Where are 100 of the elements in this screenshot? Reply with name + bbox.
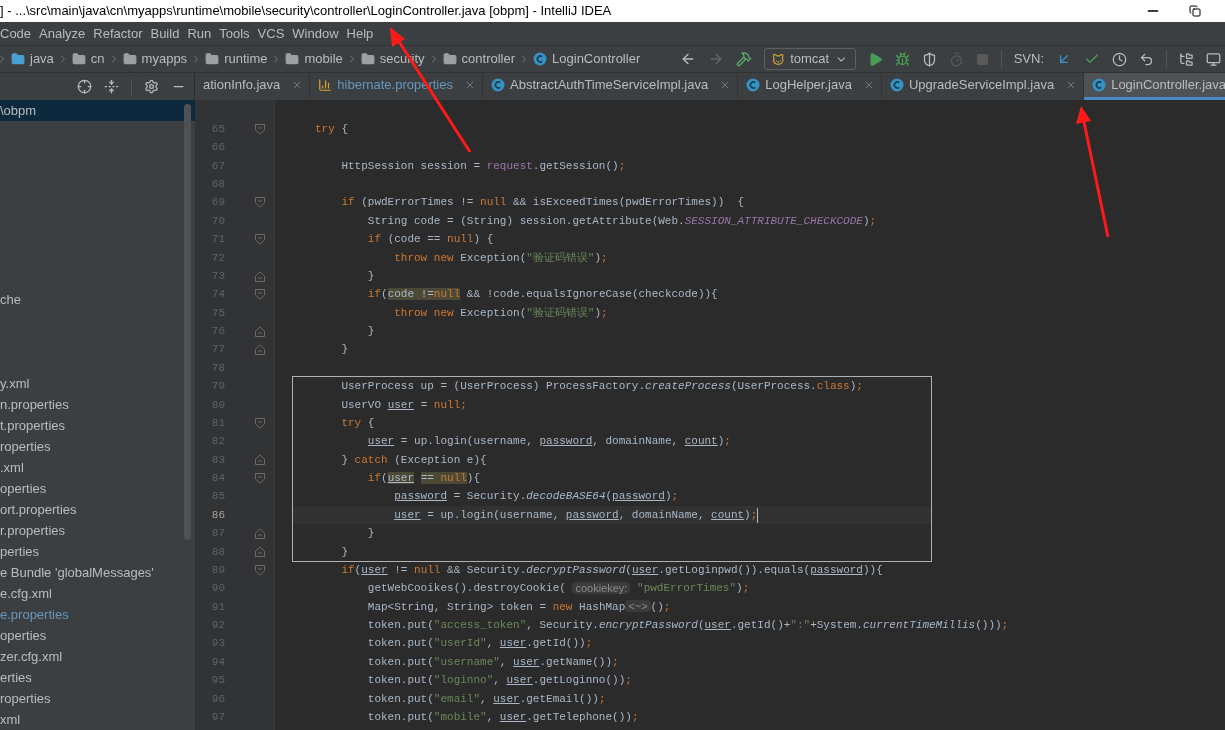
undo-icon[interactable] [1139,51,1154,67]
tree-item[interactable]: y.xml [0,373,195,394]
code-line: if (code == null) { [366,232,494,248]
line-number: 86 [210,507,225,523]
breadcrumb-item[interactable]: java [8,49,57,69]
folder-icon [11,52,25,66]
tree-item[interactable]: e.properties [0,604,195,625]
cat-icon [771,52,785,66]
scrollbar-thumb[interactable] [184,104,191,540]
fold-marker-icon[interactable] [255,344,265,356]
menu-item[interactable]: Build [146,23,184,44]
tree-item[interactable]: \obpm [0,100,195,121]
code-line: throw new Exception("验证码错误"); [393,250,608,266]
code-line: } catch (Exception e){ [340,452,487,468]
collapse-icon[interactable] [104,79,119,94]
menu-item[interactable]: Analyze [35,23,90,44]
breadcrumb-item[interactable]: mobile [282,49,346,69]
folder-icon [122,52,137,66]
breadcrumb-item[interactable]: controller [439,49,519,69]
tree-item[interactable]: t.properties [0,415,195,436]
code-line: UserProcess up = (UserProcess) ProcessFactory.createProcess(UserProcess.class); [340,379,863,395]
tree-item[interactable]: e.cfg.xml [0,583,195,604]
code-line: if (pwdErrorTimes != null && isExceedTimes(pwdErrorTimes)) { [340,195,745,211]
fold-marker-icon[interactable] [255,123,265,135]
text-caret [757,507,759,523]
fold-marker-icon[interactable] [255,270,265,282]
menu-item[interactable]: Code [0,23,36,44]
code-line: } [366,324,375,340]
fold-marker-icon[interactable] [255,454,265,466]
class-icon [533,52,548,66]
code-line: token.put("username", user.getName()); [366,654,619,670]
menu-item[interactable]: Tools [215,23,254,44]
tree-item[interactable]: roperties [0,688,195,709]
folder-icon [71,52,86,66]
menu-item[interactable]: Help [342,23,378,44]
breadcrumb-item[interactable]: LoginController [530,49,644,69]
code-line: password = Security.decodeBASE64(password); [393,489,679,505]
timer-icon[interactable] [948,51,964,67]
tree-item[interactable]: zer.cfg.xml [0,646,195,667]
fold-marker-icon[interactable] [255,325,265,337]
svn-label: SVN: [1013,50,1044,69]
tree-item[interactable]: .xml [0,457,195,478]
code-line: Map<String, String> token = new HashMap <~> (); [366,599,671,615]
run-config-dropdown[interactable]: tomcat [763,48,856,70]
menu-item[interactable]: Window [288,23,343,44]
code-line: try { [340,415,375,431]
tree-item[interactable]: n.properties [0,394,195,415]
tree-item[interactable]: e Bundle 'globalMessages' [0,562,195,583]
fold-marker-icon[interactable] [255,527,265,539]
tree-item[interactable]: ort.properties [0,499,195,520]
folder-icon [205,52,220,66]
code-line: token.put("access_token", Security.encryptPassword(user.getId()+":"+System.currentTimeMillis())); [366,618,1009,634]
tree-item[interactable]: perties [0,541,195,562]
hammer-icon[interactable] [735,51,752,67]
code-line: if(user != null && Security.decryptPassword(user.getLoginpwd()).equals(password)){ [340,562,883,578]
tree-item[interactable]: operties [0,478,195,499]
folder-icon [360,52,375,66]
breadcrumb-item[interactable]: runtime [202,49,271,69]
code-line: } [366,526,375,542]
code-line: getWebCooikes().destroyCookie( cookiekey: "pwdErrorTimes"); [366,580,750,597]
menu-item[interactable]: VCS [253,23,289,44]
fold-marker-icon[interactable] [255,289,265,301]
run-icon[interactable] [867,51,883,67]
fold-marker-icon[interactable] [255,472,265,484]
tree-item[interactable]: roperties [0,436,195,457]
settings-icon[interactable] [144,79,159,94]
fold-marker-icon[interactable] [255,233,265,245]
history-icon[interactable] [1112,51,1127,67]
bug-icon[interactable] [894,51,910,67]
restore-icon[interactable] [1189,5,1201,17]
code-line: } [340,544,348,560]
class-icon [889,78,904,92]
menu-item[interactable]: Refactor [89,23,147,44]
monitor-icon[interactable] [1206,51,1221,67]
code-line: token.put("loginno", user.getLoginno()); [366,673,632,689]
class-icon [1092,78,1107,92]
code-line: if(code !=null && !code.equalsIgnoreCase(checkcode)){ [366,287,718,303]
code-line: } [366,268,375,284]
menu-item[interactable]: Run [183,23,216,44]
tree-item[interactable]: erties [0,667,195,688]
fold-marker-icon[interactable] [255,417,265,429]
code-line: user = up.login(username, password, domainName, count); [366,434,731,450]
code-line: try { [314,121,349,137]
tree-item[interactable]: xml [0,709,195,730]
breadcrumb-item[interactable]: cn [68,49,108,69]
tree-item[interactable]: operties [0,625,195,646]
code-line: UserVO user = null; [340,397,467,413]
code-line: HttpSession session = request.getSession(); [340,158,626,174]
fold-marker-icon[interactable] [255,546,265,558]
stop-icon[interactable] [975,52,989,66]
fold-marker-icon[interactable] [255,564,265,576]
tree-item[interactable]: che [0,289,195,310]
fold-marker-icon[interactable] [255,197,265,209]
close-icon[interactable] [464,79,476,91]
breadcrumb-item[interactable]: myapps [119,49,191,69]
tree-item[interactable]: r.properties [0,520,195,541]
code-line: } [340,342,348,358]
shield-icon[interactable] [921,51,937,67]
crosshair-icon[interactable] [77,79,92,94]
folder-tree-icon[interactable] [1179,51,1194,67]
